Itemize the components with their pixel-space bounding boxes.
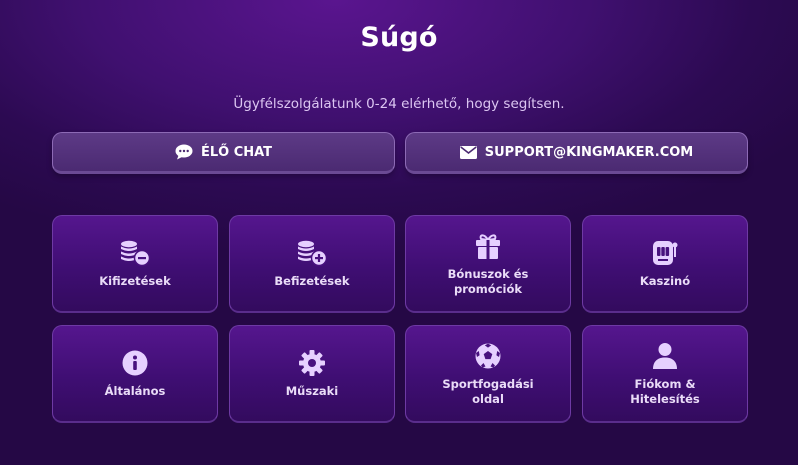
coins-plus-icon xyxy=(296,238,328,268)
page-subtitle: Ügyfélszolgálatunk 0-24 elérhető, hogy s… xyxy=(233,96,565,112)
category-label: Sportfogadási oldal xyxy=(442,376,534,406)
category-card-casino[interactable]: Kaszinó xyxy=(582,215,748,313)
category-label: Kaszinó xyxy=(639,274,691,288)
category-card-payouts[interactable]: Kifizetések xyxy=(52,215,218,313)
live-chat-label: ÉLŐ CHAT xyxy=(200,144,273,160)
gear-icon xyxy=(298,348,326,378)
soccer-ball-icon xyxy=(474,341,502,371)
category-card-deposits[interactable]: Befizetések xyxy=(229,215,395,313)
live-chat-button[interactable]: ÉLŐ CHAT xyxy=(52,132,395,174)
category-card-sports[interactable]: Sportfogadási oldal xyxy=(405,325,571,423)
category-label: Általános xyxy=(104,384,166,398)
coins-minus-icon xyxy=(119,238,151,268)
support-email-button[interactable]: SUPPORT@KINGMAKER.COM xyxy=(405,132,748,174)
page-title: Súgó xyxy=(360,22,438,53)
category-card-technical[interactable]: Műszaki xyxy=(229,325,395,423)
envelope-icon xyxy=(459,145,477,159)
category-card-bonuses[interactable]: Bónuszok és promóciók xyxy=(405,215,571,313)
category-label: Fiókom & Hitelesítés xyxy=(630,376,700,406)
user-icon xyxy=(652,341,678,371)
gift-icon xyxy=(474,231,502,261)
category-label: Befizetések xyxy=(274,274,350,288)
chat-bubble-icon xyxy=(175,144,193,160)
category-card-general[interactable]: Általános xyxy=(52,325,218,423)
category-label: Bónuszok és promóciók xyxy=(447,266,529,296)
category-label: Műszaki xyxy=(285,384,339,398)
slot-machine-icon xyxy=(650,238,680,268)
info-icon xyxy=(121,348,149,378)
category-label: Kifizetések xyxy=(99,274,171,288)
category-card-account[interactable]: Fiókom & Hitelesítés xyxy=(582,325,748,423)
support-email-label: SUPPORT@KINGMAKER.COM xyxy=(484,144,694,160)
